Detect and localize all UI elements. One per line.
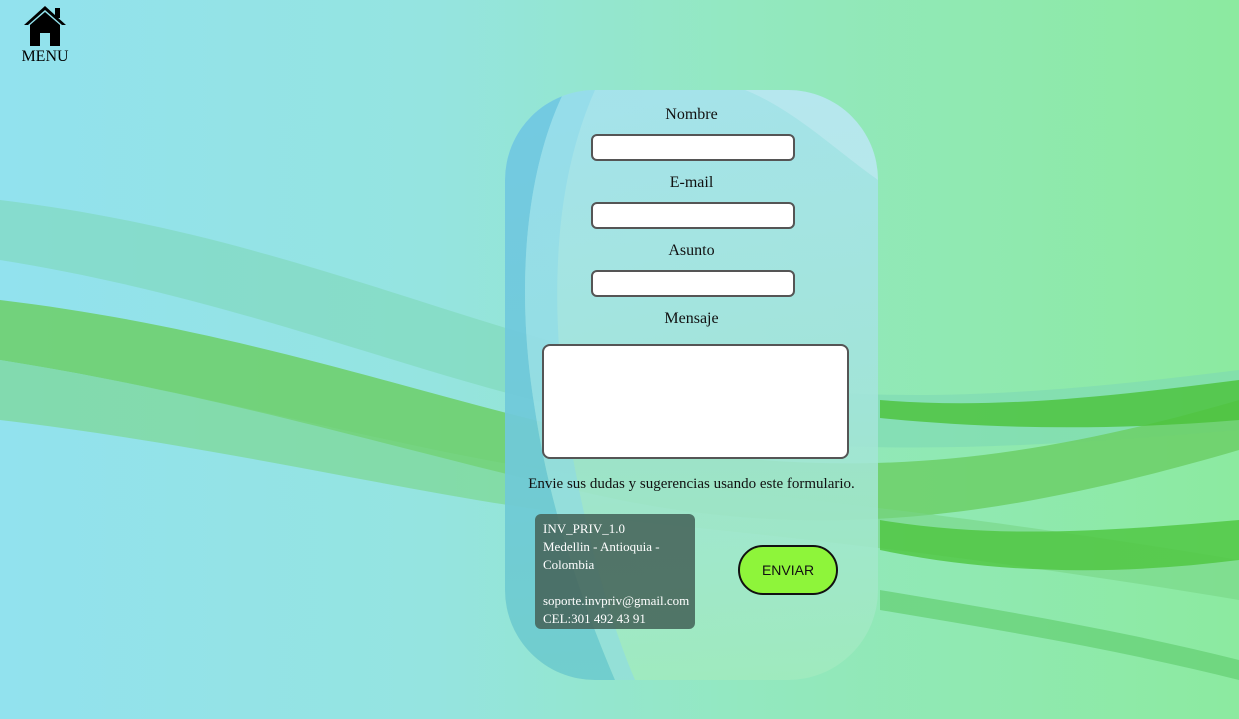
home-icon: [24, 6, 66, 46]
name-input[interactable]: [591, 134, 795, 161]
subject-label: Asunto: [668, 242, 715, 259]
app-name: INV_PRIV_1.0: [543, 521, 625, 536]
message-label: Mensaje: [664, 310, 719, 327]
email-label: E-mail: [669, 174, 714, 191]
send-button[interactable]: ENVIAR: [738, 545, 838, 595]
contact-info-box: INV_PRIV_1.0 Medellin - Antioquia - Colo…: [535, 514, 695, 629]
message-textarea[interactable]: [542, 344, 849, 459]
phone-number: CEL:301 492 43 91: [543, 611, 646, 626]
form-hint: Envie sus dudas y sugerencias usando est…: [528, 476, 855, 492]
location-text: Medellin - Antioquia - Colombia: [543, 539, 660, 572]
email-input[interactable]: [591, 202, 795, 229]
support-email: soporte.invpriv@gmail.com: [543, 593, 690, 608]
name-label: Nombre: [665, 106, 718, 123]
contact-form-panel: Nombre E-mail Asunto Mensaje Envie sus d…: [505, 90, 878, 680]
menu-home-link[interactable]: MENU: [18, 4, 72, 66]
menu-label: MENU: [21, 48, 69, 65]
subject-input[interactable]: [591, 270, 795, 297]
